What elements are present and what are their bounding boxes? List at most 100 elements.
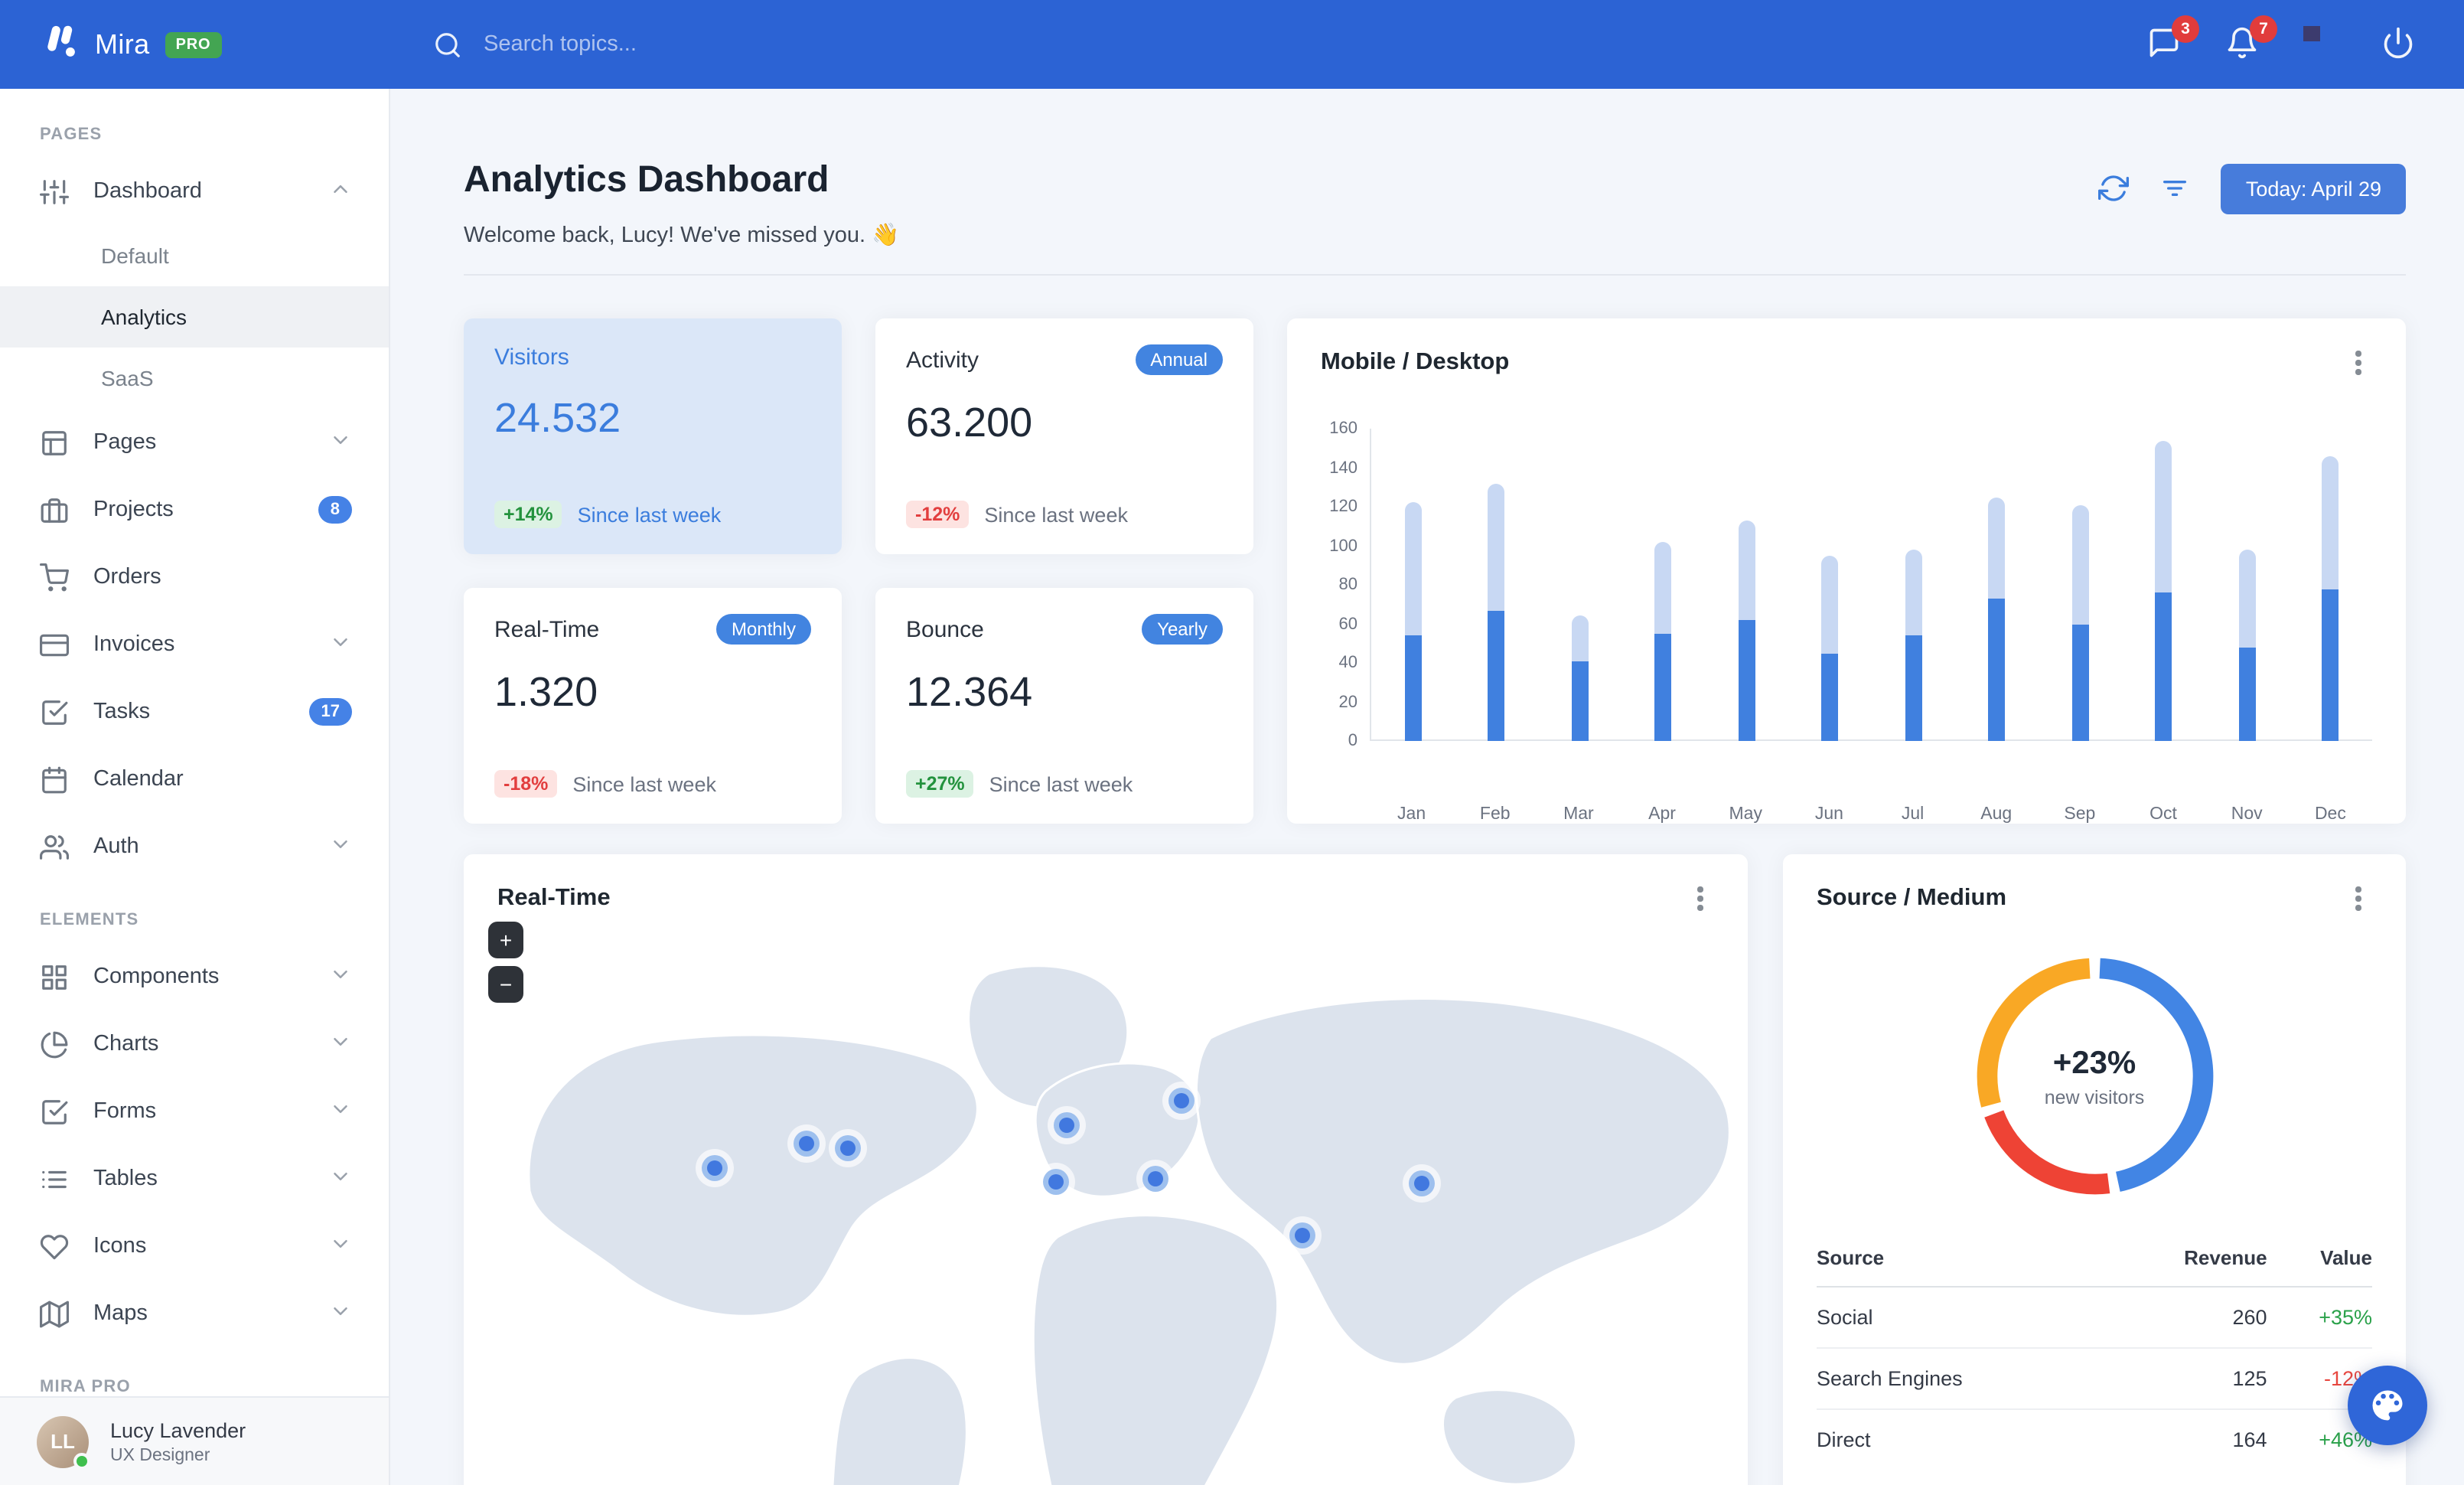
language-button[interactable] (2303, 26, 2340, 63)
bar-sep[interactable] (2039, 429, 2122, 741)
map-zoom-in-button[interactable]: + (488, 922, 523, 958)
table-header-revenue: Revenue (2104, 1234, 2267, 1288)
sidebar-user[interactable]: LL Lucy Lavender UX Designer (0, 1396, 389, 1485)
user-role: UX Designer (110, 1446, 210, 1465)
cart-icon (40, 563, 69, 592)
stat-card-real-time: Real-Time Monthly 1.320 -18% Since last … (464, 588, 842, 824)
sidebar-item-invoices[interactable]: Invoices (0, 611, 389, 678)
sidebar-item-pages[interactable]: Pages (0, 409, 389, 476)
search-box[interactable] (433, 30, 2147, 59)
sidebar-item-calendar[interactable]: Calendar (0, 746, 389, 813)
table-header-source: Source (1817, 1234, 2104, 1288)
stat-note: Since last week (577, 503, 722, 526)
source-medium-menu-button[interactable] (2345, 885, 2372, 912)
sidebar-item-projects[interactable]: Projects 8 (0, 476, 389, 543)
brand[interactable]: Mira PRO (40, 21, 390, 68)
world-map[interactable] (476, 946, 1736, 1485)
filter-button[interactable] (2160, 172, 2194, 206)
sidebar-item-maps[interactable]: Maps (0, 1280, 389, 1347)
sidebar-item-tables[interactable]: Tables (0, 1145, 389, 1212)
sign-out-button[interactable] (2381, 26, 2418, 63)
check-square-icon (40, 1097, 69, 1126)
visitor-location-marker[interactable] (1162, 1082, 1201, 1120)
sidebar-item-tasks[interactable]: Tasks 17 (0, 678, 389, 746)
delta-chip: +14% (494, 501, 562, 528)
period-pill[interactable]: Monthly (715, 614, 811, 645)
stat-value: 24.532 (494, 395, 621, 441)
mobile-segment (2071, 624, 2089, 741)
mobile-segment (2322, 589, 2339, 741)
bar-aug[interactable] (1955, 429, 2039, 741)
visitor-location-marker[interactable] (829, 1129, 867, 1167)
sliders-icon (40, 177, 69, 206)
mobile-segment (1571, 661, 1589, 741)
mobile-segment (1821, 653, 1839, 741)
sidebar-item-label: Pages (93, 430, 157, 455)
source-medium-card: Source / Medium +23% new visitors Source… (1783, 854, 2406, 1485)
sidebar-item-auth[interactable]: Auth (0, 813, 389, 880)
sidebar-item-components[interactable]: Components (0, 943, 389, 1010)
sidebar-item-charts[interactable]: Charts (0, 1010, 389, 1078)
sidebar-subitem-default[interactable]: Default (0, 225, 389, 286)
chevron-down-icon (329, 1030, 352, 1059)
notifications-button[interactable]: 7 (2225, 15, 2277, 63)
visitor-location-marker[interactable] (1048, 1106, 1086, 1144)
sidebar-item-icons[interactable]: Icons (0, 1212, 389, 1280)
bar-oct[interactable] (2122, 429, 2205, 741)
sidebar-subitem-saas[interactable]: SaaS (0, 348, 389, 409)
chevron-down-icon (329, 1164, 352, 1193)
visitor-location-marker[interactable] (787, 1124, 826, 1163)
bar-feb[interactable] (1455, 429, 1538, 741)
bar-apr[interactable] (1621, 429, 1705, 741)
mobile-segment (1738, 619, 1755, 741)
bar-mar[interactable] (1538, 429, 1621, 741)
bar-jan[interactable] (1371, 429, 1455, 741)
sidebar-item-orders[interactable]: Orders (0, 543, 389, 611)
period-pill[interactable]: Annual (1135, 344, 1223, 375)
palette-icon (2372, 1390, 2403, 1421)
x-tick-label: Jan (1397, 805, 1426, 824)
sidebar-item-label: Icons (93, 1234, 147, 1258)
theme-settings-button[interactable] (2348, 1366, 2427, 1445)
stacked-bar-chart (1370, 429, 2372, 741)
search-input[interactable] (481, 31, 848, 58)
cell-source: Social (1817, 1287, 2104, 1349)
sidebar-item-forms[interactable]: Forms (0, 1078, 389, 1145)
visitor-location-marker[interactable] (1403, 1164, 1441, 1203)
donut-center-label: new visitors (2044, 1086, 2145, 1108)
user-name: Lucy Lavender (110, 1419, 246, 1443)
visitor-location-marker[interactable] (1136, 1160, 1175, 1198)
desktop-segment (1404, 502, 1422, 636)
map-menu-button[interactable] (1687, 885, 1714, 912)
alerts-count-badge: 7 (2250, 15, 2277, 43)
date-range-button[interactable]: Today: April 29 (2221, 164, 2406, 214)
stat-note: Since last week (989, 772, 1133, 795)
chevron-down-icon (329, 1097, 352, 1126)
bar-dec[interactable] (2289, 429, 2372, 741)
power-icon (2384, 27, 2413, 59)
bar-jun[interactable] (1788, 429, 1872, 741)
sidebar-subitem-analytics[interactable]: Analytics (0, 286, 389, 348)
map-zoom-out-button[interactable]: − (488, 966, 523, 1003)
period-pill[interactable]: Yearly (1142, 614, 1223, 645)
bar-jul[interactable] (1872, 429, 1955, 741)
sidebar-item-dashboard[interactable]: Dashboard (0, 158, 389, 225)
table-row: Direct 164 +46% (1817, 1409, 2372, 1470)
refresh-button[interactable] (2098, 172, 2133, 206)
delta-chip: -12% (906, 501, 970, 528)
stat-title: Bounce (906, 616, 984, 642)
visitor-location-marker[interactable] (1283, 1216, 1322, 1255)
realtime-map-card: Real-Time + − (464, 854, 1748, 1485)
desktop-segment (1488, 483, 1505, 611)
bar-nov[interactable] (2205, 429, 2289, 741)
bar-may[interactable] (1705, 429, 1788, 741)
visitor-location-marker[interactable] (696, 1149, 734, 1187)
visitor-location-marker[interactable] (1037, 1163, 1075, 1201)
stat-title: Real-Time (494, 616, 600, 642)
header-divider (464, 274, 2406, 276)
desktop-segment (1738, 520, 1755, 620)
chart-menu-button[interactable] (2345, 349, 2372, 377)
map-se-asia (1442, 1389, 1577, 1485)
messages-button[interactable]: 3 (2147, 15, 2199, 63)
sidebar-item-label: Charts (93, 1032, 159, 1056)
